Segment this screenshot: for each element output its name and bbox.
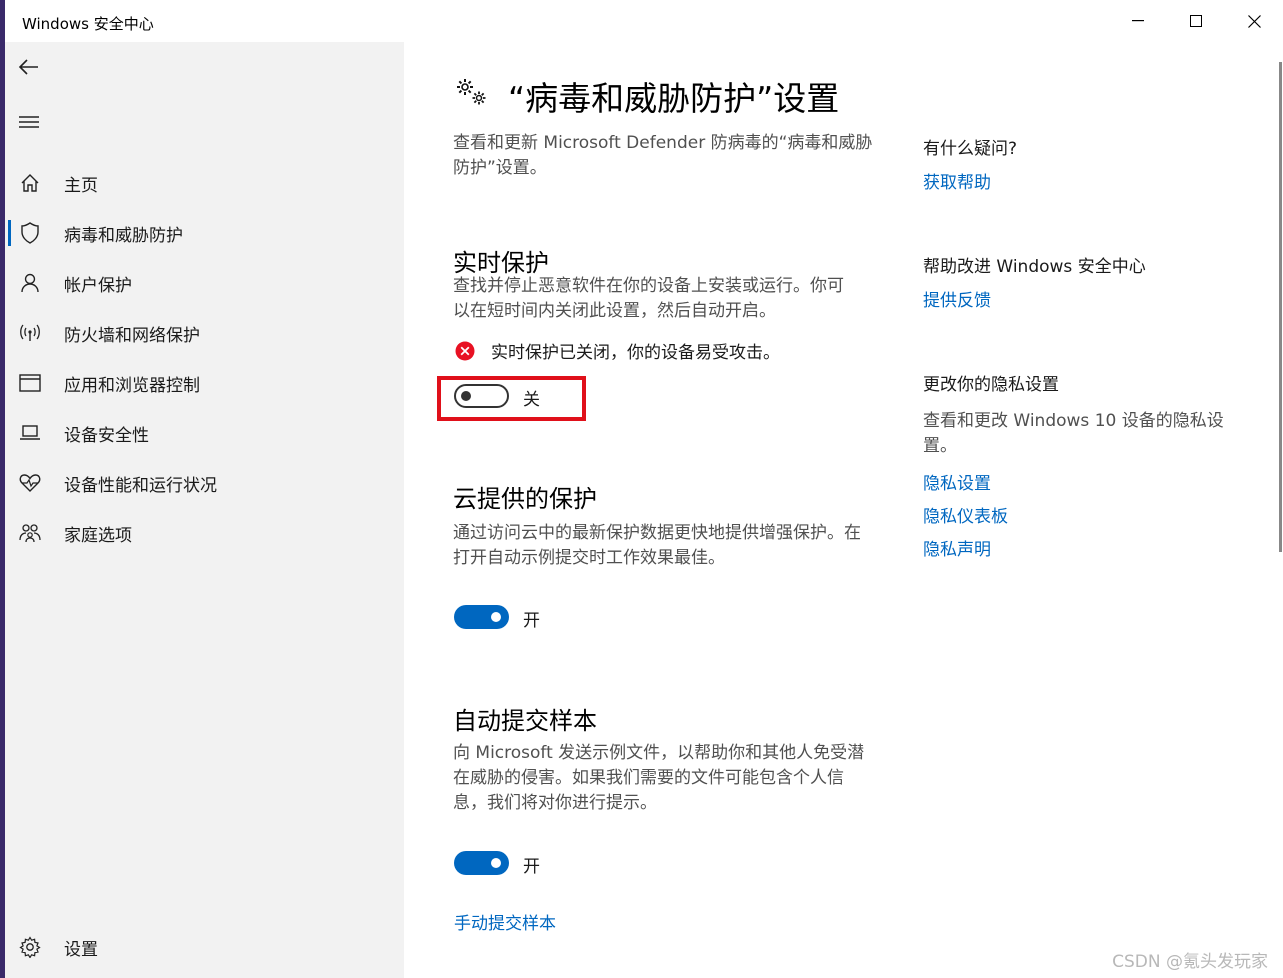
page-description: 查看和更新 Microsoft Defender 防病毒的“病毒和威胁防护”设置…	[453, 133, 873, 178]
sidebar-item-settings[interactable]: 设置	[5, 925, 404, 969]
minimize-button[interactable]	[1109, 0, 1167, 42]
wifi-icon	[19, 322, 41, 344]
sidebar-item-label: 家庭选项	[64, 525, 132, 546]
window-title: Windows 安全中心	[22, 15, 154, 33]
sidebar-item-label: 病毒和威胁防护	[64, 225, 183, 246]
sidebar-item-label: 设置	[64, 939, 98, 960]
sidebar-item-label: 设备性能和运行状况	[64, 475, 217, 496]
sidebar-item-family[interactable]: 家庭选项	[5, 511, 404, 555]
shield-icon	[19, 222, 41, 244]
maximize-icon	[1190, 15, 1202, 27]
sidebar-item-label: 设备安全性	[64, 425, 149, 446]
sidebar-item-label: 帐户保护	[64, 275, 132, 296]
hamburger-icon	[19, 116, 39, 128]
privacy-heading: 更改你的隐私设置	[923, 375, 1059, 395]
sample-toggle-label: 开	[523, 857, 540, 877]
realtime-toggle-label: 关	[523, 390, 540, 410]
sidebar-item-device-health[interactable]: 设备性能和运行状况	[5, 461, 404, 505]
realtime-warning: 实时保护已关闭，你的设备易受攻击。	[455, 338, 780, 363]
family-icon	[19, 522, 41, 544]
sidebar-item-account[interactable]: 帐户保护	[5, 261, 404, 305]
feedback-link[interactable]: 提供反馈	[923, 286, 991, 311]
page-title: “病毒和威胁防护”设置	[508, 79, 840, 118]
sidebar-item-label: 应用和浏览器控制	[64, 375, 200, 396]
gear-icon	[19, 936, 41, 958]
sidebar-item-device-security[interactable]: 设备安全性	[5, 411, 404, 455]
privacy-dashboard-link[interactable]: 隐私仪表板	[923, 502, 1008, 527]
realtime-toggle[interactable]	[454, 384, 509, 408]
sample-section-title: 自动提交样本	[453, 707, 597, 735]
realtime-section-title: 实时保护	[453, 249, 549, 277]
realtime-description: 查找并停止恶意软件在你的设备上安装或运行。你可以在短时间内关闭此设置，然后自动开…	[453, 276, 844, 321]
sidebar-item-home[interactable]: 主页	[5, 161, 404, 205]
app-window-icon	[19, 372, 41, 394]
cloud-section-title: 云提供的保护	[453, 485, 597, 513]
scrollbar-thumb[interactable]	[1279, 62, 1282, 552]
back-arrow-icon	[18, 59, 38, 75]
sidebar-item-firewall[interactable]: 防火墙和网络保护	[5, 311, 404, 355]
scrollbar[interactable]	[1277, 42, 1283, 978]
error-icon	[455, 341, 475, 360]
sidebar: 主页 病毒和威胁防护 帐户保护 防火墙和网络保护 应用和浏览器控制 设备安全性 …	[5, 42, 404, 978]
sample-description: 向 Microsoft 发送示例文件，以帮助你和其他人免受潜在威胁的侵害。如果我…	[453, 743, 865, 813]
main-content: “病毒和威胁防护”设置 查看和更新 Microsoft Defender 防病毒…	[404, 42, 1283, 978]
close-button[interactable]	[1225, 0, 1283, 42]
toggle-knob	[491, 612, 501, 622]
manual-submit-link[interactable]: 手动提交样本	[454, 909, 556, 934]
cloud-toggle[interactable]	[454, 605, 509, 629]
maximize-button[interactable]	[1167, 0, 1225, 42]
privacy-settings-link[interactable]: 隐私设置	[923, 469, 991, 494]
privacy-description: 查看和更改 Windows 10 设备的隐私设置。	[923, 411, 1224, 456]
cloud-toggle-label: 开	[523, 611, 540, 631]
question-heading: 有什么疑问?	[923, 139, 1018, 159]
minimize-icon	[1132, 20, 1144, 22]
close-icon	[1247, 14, 1261, 28]
toggle-knob	[491, 858, 501, 868]
person-icon	[19, 272, 41, 294]
sidebar-item-label: 主页	[64, 175, 98, 196]
active-indicator	[8, 220, 11, 246]
sidebar-item-app-browser[interactable]: 应用和浏览器控制	[5, 361, 404, 405]
home-icon	[19, 172, 41, 194]
sidebar-item-virus-protection[interactable]: 病毒和威胁防护	[5, 211, 404, 255]
menu-button[interactable]	[13, 106, 45, 138]
cloud-description: 通过访问云中的最新保护数据更快地提供增强保护。在打开自动示例提交时工作效果最佳。	[453, 523, 861, 568]
warning-text: 实时保护已关闭，你的设备易受攻击。	[491, 343, 780, 363]
settings-gears-icon	[457, 79, 486, 105]
laptop-icon	[19, 422, 41, 444]
improve-heading: 帮助改进 Windows 安全中心	[923, 257, 1146, 277]
sample-toggle[interactable]	[454, 851, 509, 875]
sidebar-item-label: 防火墙和网络保护	[64, 325, 200, 346]
heart-icon	[19, 472, 41, 494]
title-bar[interactable]: Windows 安全中心	[5, 0, 1283, 42]
watermark: CSDN @氪头发玩家	[1112, 952, 1268, 972]
back-button[interactable]	[13, 51, 45, 83]
get-help-link[interactable]: 获取帮助	[923, 168, 991, 193]
toggle-knob	[461, 391, 471, 401]
privacy-statement-link[interactable]: 隐私声明	[923, 535, 991, 560]
security-center-window: Windows 安全中心 主页 病毒和威胁防护 帐户保护 防火墙和网络保护 应用…	[5, 0, 1283, 978]
